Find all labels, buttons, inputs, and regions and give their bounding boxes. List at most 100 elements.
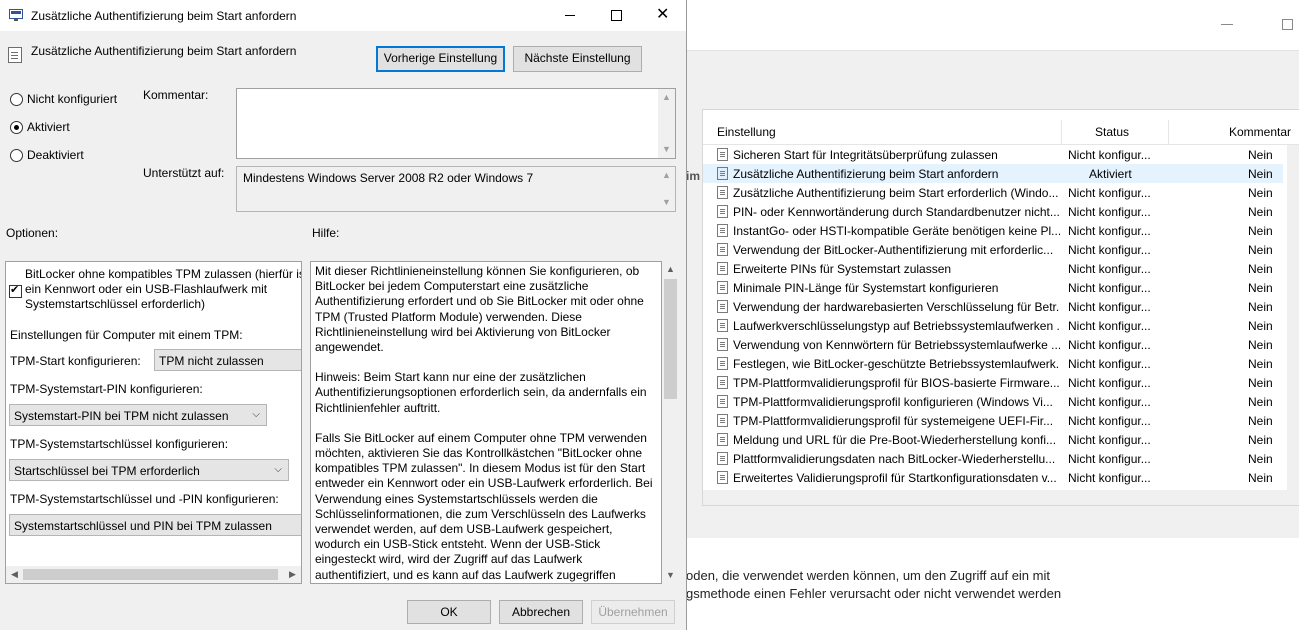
- setting-name: Verwendung der BitLocker-Authentifizieru…: [733, 243, 1054, 257]
- options-label: Optionen:: [6, 226, 59, 240]
- dialog-titlebar: Zusätzliche Authentifizierung beim Start…: [0, 0, 686, 31]
- chevron-down-icon: ⌵: [252, 409, 260, 420]
- list-item[interactable]: Sicheren Start für Integritätsüberprüfun…: [703, 145, 1283, 164]
- setting-status: Nicht konfigur...: [1068, 148, 1151, 162]
- setting-name: Sicheren Start für Integritätsüberprüfun…: [733, 148, 998, 162]
- setting-status: Nicht konfigur...: [1068, 300, 1151, 314]
- options-hscroll[interactable]: ◀ ▶: [6, 566, 301, 583]
- group-policy-editor-window: im Einstellung Status Kommentar Sicheren…: [686, 0, 1299, 630]
- setting-comment: Nein: [1248, 376, 1273, 390]
- checkbox-label-line-1: BitLocker ohne kompatibles TPM zulassen …: [25, 267, 302, 281]
- setting-status: Nicht konfigur...: [1068, 281, 1151, 295]
- setting-comment: Nein: [1248, 148, 1273, 162]
- editor-maximize-button[interactable]: [1282, 19, 1293, 30]
- tpm-key-value: Startschlüssel bei TPM erforderlich: [14, 464, 200, 478]
- supported-scrollbar[interactable]: ▲ ▼: [658, 167, 675, 211]
- tpm-key-label: TPM-Systemstartschlüssel konfigurieren:: [10, 437, 229, 451]
- list-item[interactable]: Verwendung von Kennwörtern für Betriebss…: [703, 335, 1283, 354]
- setting-name: Festlegen, wie BitLocker-geschützte Betr…: [733, 357, 1060, 371]
- setting-name: Erweitertes Validierungsprofil für Start…: [733, 471, 1057, 485]
- comment-textbox[interactable]: ▲ ▼: [236, 88, 676, 159]
- editor-titlebar: [686, 0, 1299, 51]
- maximize-button[interactable]: [593, 0, 639, 31]
- list-item[interactable]: TPM-Plattformvalidierungsprofil konfigur…: [703, 392, 1283, 411]
- radio-disabled[interactable]: Deaktiviert: [10, 147, 210, 163]
- tpm-key-pin-dropdown[interactable]: Systemstartschlüssel und PIN bei TPM zul…: [9, 514, 301, 536]
- tpm-key-dropdown[interactable]: Startschlüssel bei TPM erforderlich ⌵: [9, 459, 289, 481]
- policy-setting-icon: [717, 148, 728, 161]
- policy-setting-icon: [717, 376, 728, 389]
- apply-button[interactable]: Übernehmen: [591, 600, 675, 624]
- help-scroll-thumb[interactable]: [664, 279, 677, 399]
- list-item[interactable]: TPM-Plattformvalidierungsprofil für BIOS…: [703, 373, 1283, 392]
- close-button[interactable]: ✕: [639, 0, 685, 31]
- list-item[interactable]: Minimale PIN-Länge für Systemstart konfi…: [703, 278, 1283, 297]
- setting-status: Nicht konfigur...: [1068, 471, 1151, 485]
- list-item[interactable]: Verwendung der BitLocker-Authentifizieru…: [703, 240, 1283, 259]
- policy-setting-icon: [717, 338, 728, 351]
- editor-minimize-button[interactable]: [1221, 24, 1233, 25]
- setting-comment: Nein: [1248, 452, 1273, 466]
- tpm-pin-dropdown[interactable]: Systemstart-PIN bei TPM nicht zulassen ⌵: [9, 404, 267, 426]
- policy-setting-icon: [717, 205, 728, 218]
- list-item[interactable]: TPM-Plattformvalidierungsprofil für syst…: [703, 411, 1283, 430]
- setting-comment: Nein: [1248, 357, 1273, 371]
- help-paragraph-3: Falls Sie BitLocker auf einem Computer o…: [315, 430, 653, 583]
- options-hscroll-thumb[interactable]: [23, 569, 278, 580]
- list-item[interactable]: Erweitertes Validierungsprofil für Start…: [703, 468, 1283, 487]
- dialog-window-title: Zusätzliche Authentifizierung beim Start…: [31, 9, 297, 23]
- settings-list-vscroll[interactable]: [1287, 145, 1299, 490]
- radio-disabled-indicator: [10, 149, 23, 162]
- list-item[interactable]: Laufwerkverschlüsselungstyp auf Betriebs…: [703, 316, 1283, 335]
- setting-comment: Nein: [1248, 414, 1273, 428]
- cancel-button[interactable]: Abbrechen: [499, 600, 583, 624]
- setting-name: TPM-Plattformvalidierungsprofil für BIOS…: [733, 376, 1060, 390]
- ok-button[interactable]: OK: [407, 600, 491, 624]
- supported-on-label: Unterstützt auf:: [143, 166, 225, 180]
- setting-name: Meldung und URL für die Pre-Boot-Wiederh…: [733, 433, 1057, 447]
- setting-name: Laufwerkverschlüsselungstyp auf Betriebs…: [733, 319, 1060, 333]
- list-item[interactable]: Meldung und URL für die Pre-Boot-Wiederh…: [703, 430, 1283, 449]
- setting-name: PIN- oder Kennwortänderung durch Standar…: [733, 205, 1060, 219]
- allow-bitlocker-without-tpm-label: BitLocker ohne kompatibles TPM zulassen …: [25, 267, 302, 312]
- policy-setting-icon: [717, 319, 728, 332]
- help-scrollbar[interactable]: ▲ ▼: [662, 261, 679, 584]
- policy-setting-icon: [717, 224, 728, 237]
- options-pane: BitLocker ohne kompatibles TPM zulassen …: [5, 261, 302, 584]
- help-text: Mit dieser Richtlinieneinstellung können…: [315, 264, 655, 583]
- list-item[interactable]: PIN- oder Kennwortänderung durch Standar…: [703, 202, 1283, 221]
- list-item[interactable]: Zusätzliche Authentifizierung beim Start…: [703, 164, 1283, 183]
- column-header-setting[interactable]: Einstellung: [717, 125, 776, 139]
- setting-name: Plattformvalidierungsdaten nach BitLocke…: [733, 452, 1056, 466]
- policy-setting-icon: [717, 414, 728, 427]
- settings-list: Einstellung Status Kommentar Sicheren St…: [702, 109, 1299, 506]
- setting-status: Aktiviert: [1089, 167, 1132, 181]
- column-header-comment[interactable]: Kommentar: [1229, 125, 1291, 139]
- list-item[interactable]: Verwendung der hardwarebasierten Verschl…: [703, 297, 1283, 316]
- policy-setting-icon: [717, 186, 728, 199]
- setting-status: Nicht konfigur...: [1068, 376, 1151, 390]
- setting-name: TPM-Plattformvalidierungsprofil für syst…: [733, 414, 1054, 428]
- minimize-button[interactable]: [547, 0, 593, 31]
- list-item[interactable]: Erweiterte PINs für Systemstart zulassen…: [703, 259, 1283, 278]
- next-setting-button[interactable]: Nächste Einstellung: [513, 46, 642, 72]
- list-item[interactable]: Zusätzliche Authentifizierung beim Start…: [703, 183, 1283, 202]
- list-item[interactable]: Festlegen, wie BitLocker-geschützte Betr…: [703, 354, 1283, 373]
- previous-setting-button[interactable]: Vorherige Einstellung: [376, 46, 505, 72]
- list-item[interactable]: Plattformvalidierungsdaten nach BitLocke…: [703, 449, 1283, 468]
- setting-comment: Nein: [1248, 471, 1273, 485]
- tpm-start-dropdown[interactable]: TPM nicht zulassen: [154, 349, 301, 371]
- comment-scrollbar[interactable]: ▲ ▼: [658, 89, 675, 158]
- tpm-start-value: TPM nicht zulassen: [159, 354, 264, 368]
- help-label: Hilfe:: [312, 226, 340, 240]
- radio-enabled[interactable]: Aktiviert: [10, 119, 210, 135]
- setting-status: Nicht konfigur...: [1068, 224, 1151, 238]
- policy-setting-icon: [717, 300, 728, 313]
- list-item[interactable]: InstantGo- oder HSTI-kompatible Geräte b…: [703, 221, 1283, 240]
- allow-bitlocker-without-tpm-checkbox[interactable]: ✔: [9, 284, 22, 298]
- radio-not-configured-indicator: [10, 93, 23, 106]
- tpm-start-label: TPM-Start konfigurieren:: [10, 354, 141, 368]
- settings-list-hscroll[interactable]: [703, 490, 1299, 505]
- setting-name: Erweiterte PINs für Systemstart zulassen: [733, 262, 952, 276]
- column-header-status[interactable]: Status: [1095, 125, 1129, 139]
